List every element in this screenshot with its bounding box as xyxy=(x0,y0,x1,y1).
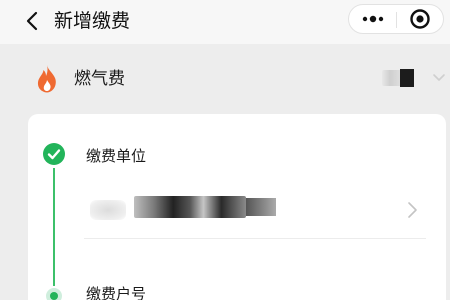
step-connector xyxy=(53,168,55,286)
step-label-account: 缴费户号 xyxy=(86,285,147,300)
fee-type-label: 燃气费 xyxy=(74,69,125,89)
check-circle-icon xyxy=(43,143,65,165)
chevron-left-icon xyxy=(26,11,38,31)
page-title: 新增缴费 xyxy=(54,10,131,32)
fee-type-selector[interactable]: 燃气费 xyxy=(0,56,450,104)
redacted-value-dark xyxy=(400,69,414,87)
target-close-icon xyxy=(410,9,430,29)
fee-type-dropdown[interactable] xyxy=(378,64,450,94)
step-label-unit: 缴费单位 xyxy=(86,147,147,165)
flame-icon xyxy=(37,65,56,93)
payment-steps-card: 缴费单位 缴费户号 xyxy=(28,114,446,300)
redacted-value xyxy=(134,196,246,218)
mini-program-capsule xyxy=(348,4,444,34)
back-button[interactable] xyxy=(18,7,46,35)
more-dots-icon xyxy=(362,15,383,23)
nav-bar: 新增缴费 xyxy=(0,0,450,44)
close-mini-program-button[interactable] xyxy=(397,5,443,33)
redacted-value xyxy=(246,198,276,216)
page: 新增缴费 燃气费 缴费单位 缴费户号 xyxy=(0,0,450,300)
redacted-value xyxy=(382,70,402,86)
chevron-down-icon xyxy=(433,74,445,81)
payment-unit-field[interactable] xyxy=(84,184,426,239)
dot-icon xyxy=(46,288,62,300)
more-button[interactable] xyxy=(349,5,396,33)
redacted-value xyxy=(90,200,126,220)
chevron-right-icon xyxy=(408,202,417,218)
